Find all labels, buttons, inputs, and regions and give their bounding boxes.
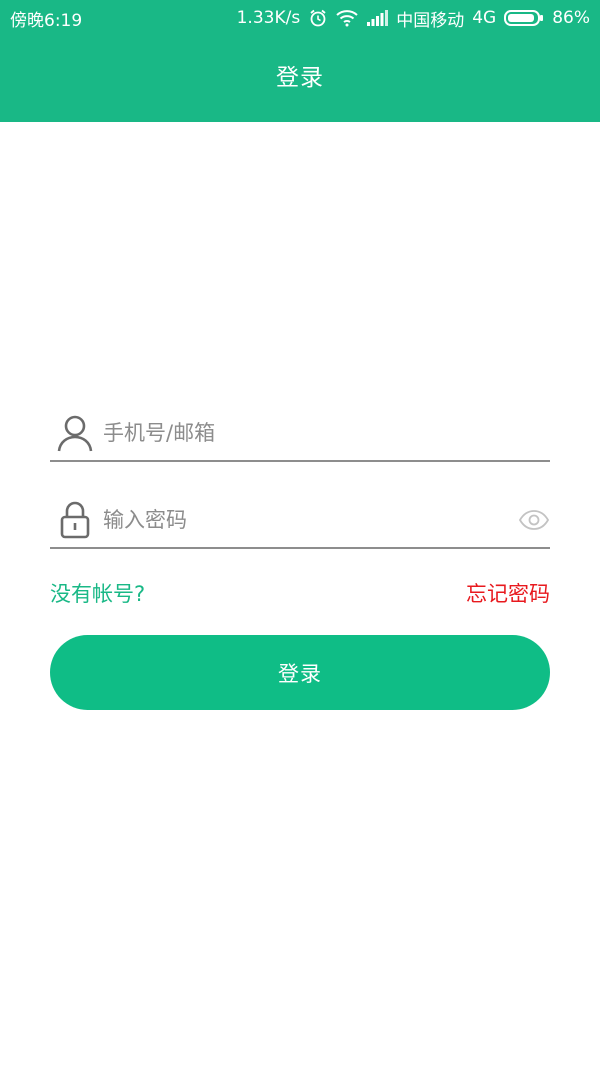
forgot-password-link[interactable]: 忘记密码: [466, 578, 550, 608]
register-link[interactable]: 没有帐号?: [50, 578, 145, 608]
username-field-row: [50, 406, 550, 462]
form-links: 没有帐号? 忘记密码: [50, 578, 550, 608]
carrier-name: 中国移动: [396, 10, 465, 31]
status-time: 傍晚6:19: [10, 10, 83, 31]
wifi-icon: [336, 9, 358, 27]
lock-icon: [55, 500, 95, 540]
signal-icon: [366, 10, 389, 26]
login-button[interactable]: 登录: [50, 635, 550, 710]
app-header: 傍晚6:19 1.33K/s 中国移动 4G 86% 登录: [0, 0, 600, 122]
alarm-icon: [308, 8, 328, 28]
status-indicators: 1.33K/s 中国移动 4G 86%: [237, 6, 590, 31]
password-field-row: [50, 493, 550, 549]
user-icon: [55, 413, 95, 453]
network-type: 4G: [472, 8, 497, 28]
network-speed: 1.33K/s: [236, 8, 301, 28]
battery-icon: [504, 9, 544, 27]
username-input[interactable]: [103, 413, 550, 453]
page-title: 登录: [276, 65, 324, 91]
status-bar: 傍晚6:19 1.33K/s 中国移动 4G 86%: [0, 0, 600, 36]
battery-level: 86%: [552, 8, 590, 28]
eye-icon[interactable]: [518, 504, 550, 536]
password-input[interactable]: [103, 500, 518, 540]
